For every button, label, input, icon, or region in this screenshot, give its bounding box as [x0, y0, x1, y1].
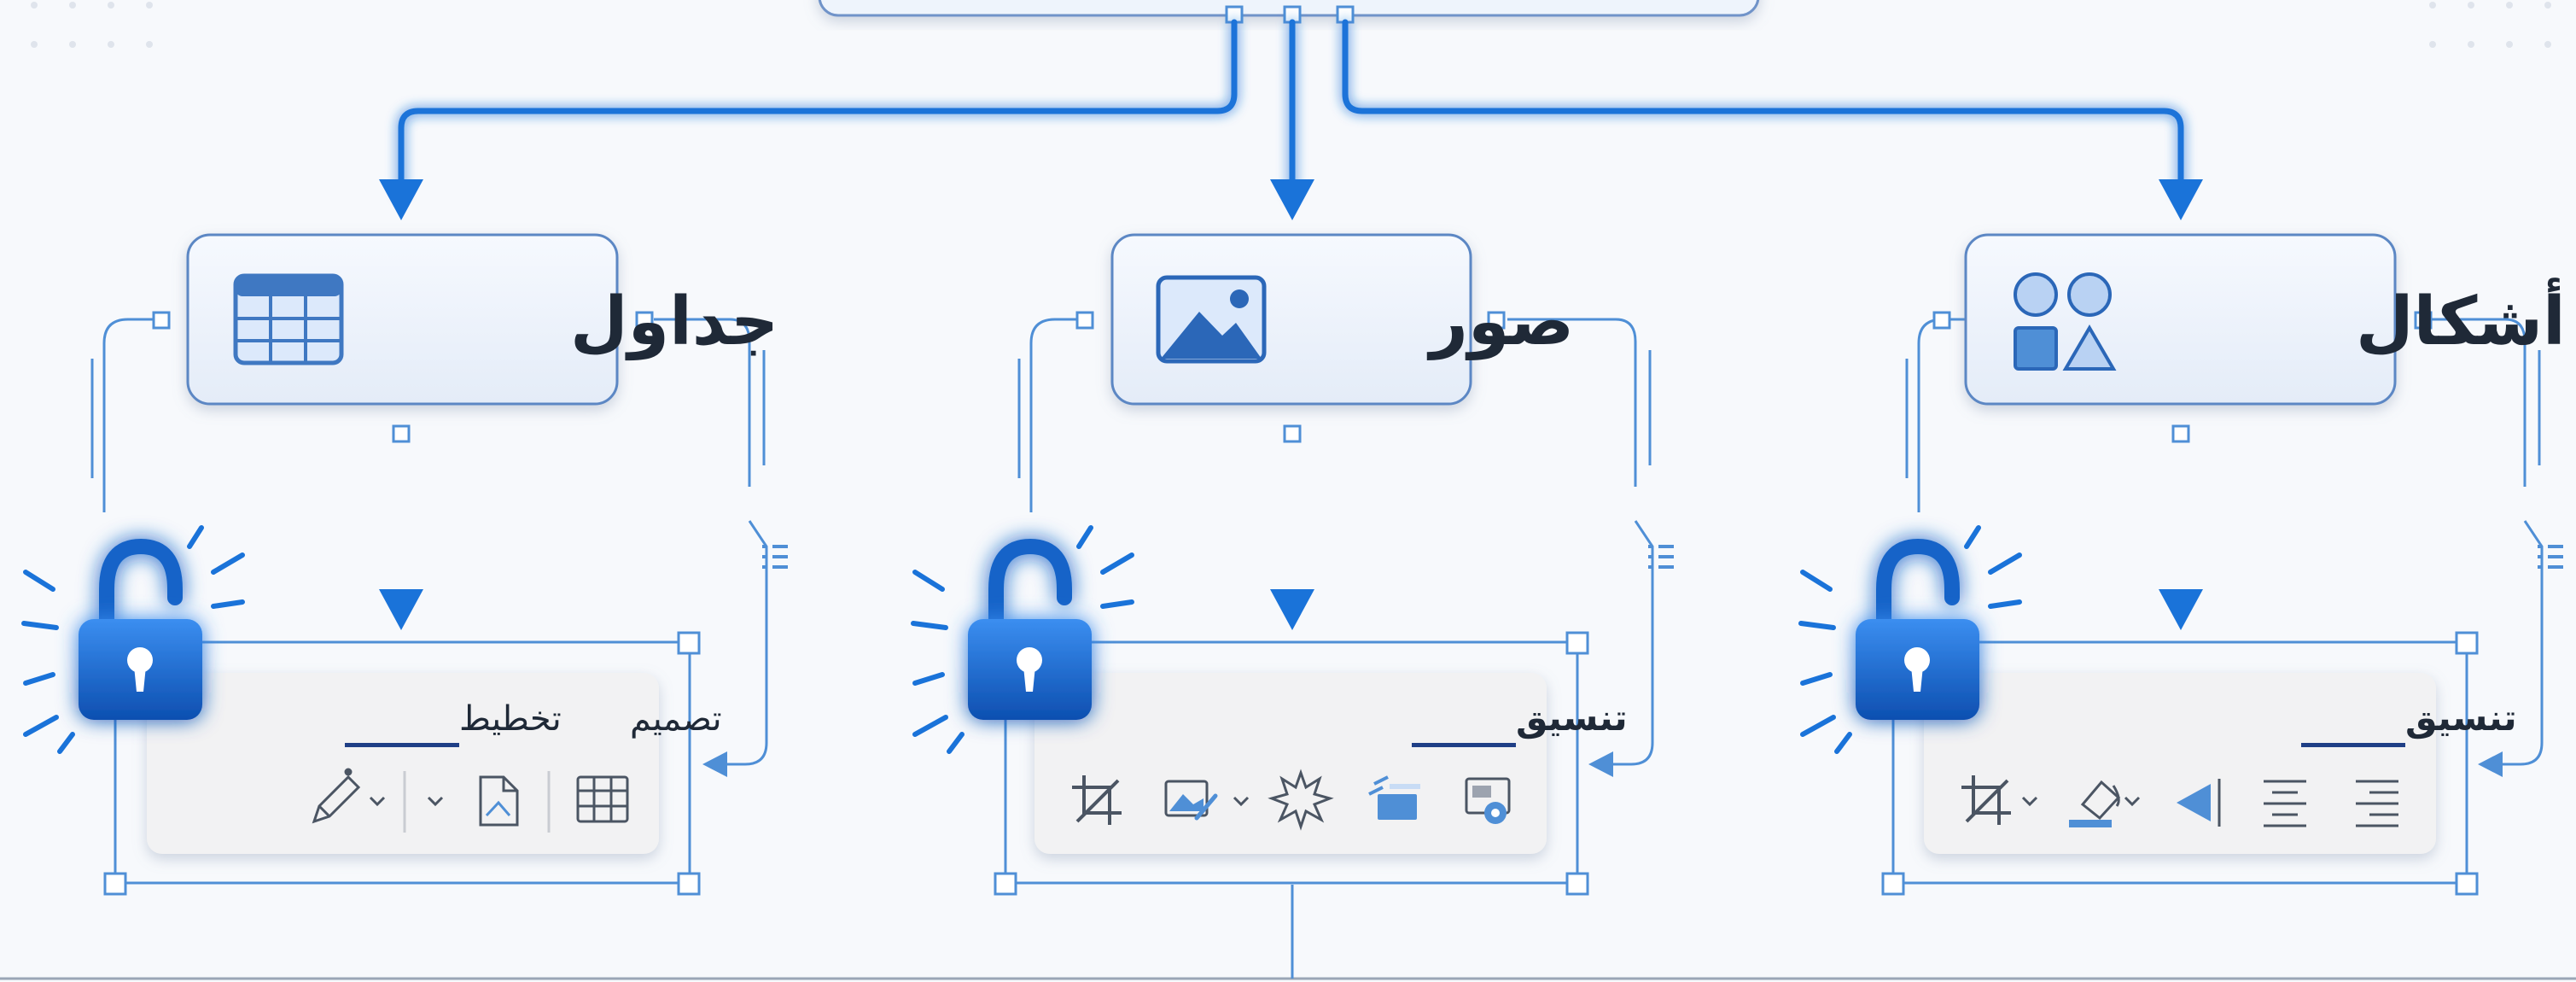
tab-design[interactable]: تصميم	[630, 699, 722, 739]
root-box	[818, 0, 1760, 24]
category-shapes: أشكال تنسيق	[1798, 233, 2566, 896]
category-node-images[interactable]: صور	[1110, 233, 1574, 406]
tables-contextual-toolbar: تصميم تخطيط	[147, 673, 722, 854]
tab-layout[interactable]: تخطيط	[459, 699, 562, 739]
arrow-to-tables	[398, 19, 1238, 196]
active-tab-underline	[345, 743, 459, 747]
category-title: أشكال	[2356, 278, 2566, 360]
tables-return-arrow	[702, 751, 727, 777]
shapes-contextual-toolbar: تنسيق	[1924, 673, 2517, 854]
active-tab-underline	[2301, 743, 2405, 747]
tab-format[interactable]: تنسيق	[1516, 697, 1628, 739]
root-arrowheads	[379, 179, 2203, 220]
category-tables: جداول تصميم تخطيط	[21, 233, 788, 896]
table-icon	[233, 273, 344, 365]
bottom-edge	[0, 885, 2576, 980]
context-tabs-diagram: جداول تصميم تخطيط صور تنسيق أشكال تنسيق	[0, 0, 2576, 980]
category-node-tables[interactable]: جداول	[186, 233, 778, 406]
images-contextual-toolbar: تنسيق	[1034, 673, 1628, 854]
tab-format[interactable]: تنسيق	[2405, 697, 2517, 739]
category-node-shapes[interactable]: أشكال	[1964, 233, 2566, 406]
image-icon	[1156, 275, 1267, 364]
active-tab-underline	[1412, 743, 1516, 747]
category-title: صور	[1426, 283, 1574, 360]
category-title: جداول	[570, 283, 778, 360]
category-images: صور تنسيق	[911, 233, 1674, 896]
root-connectors	[398, 19, 2184, 196]
arrow-to-shapes	[1342, 19, 2184, 196]
